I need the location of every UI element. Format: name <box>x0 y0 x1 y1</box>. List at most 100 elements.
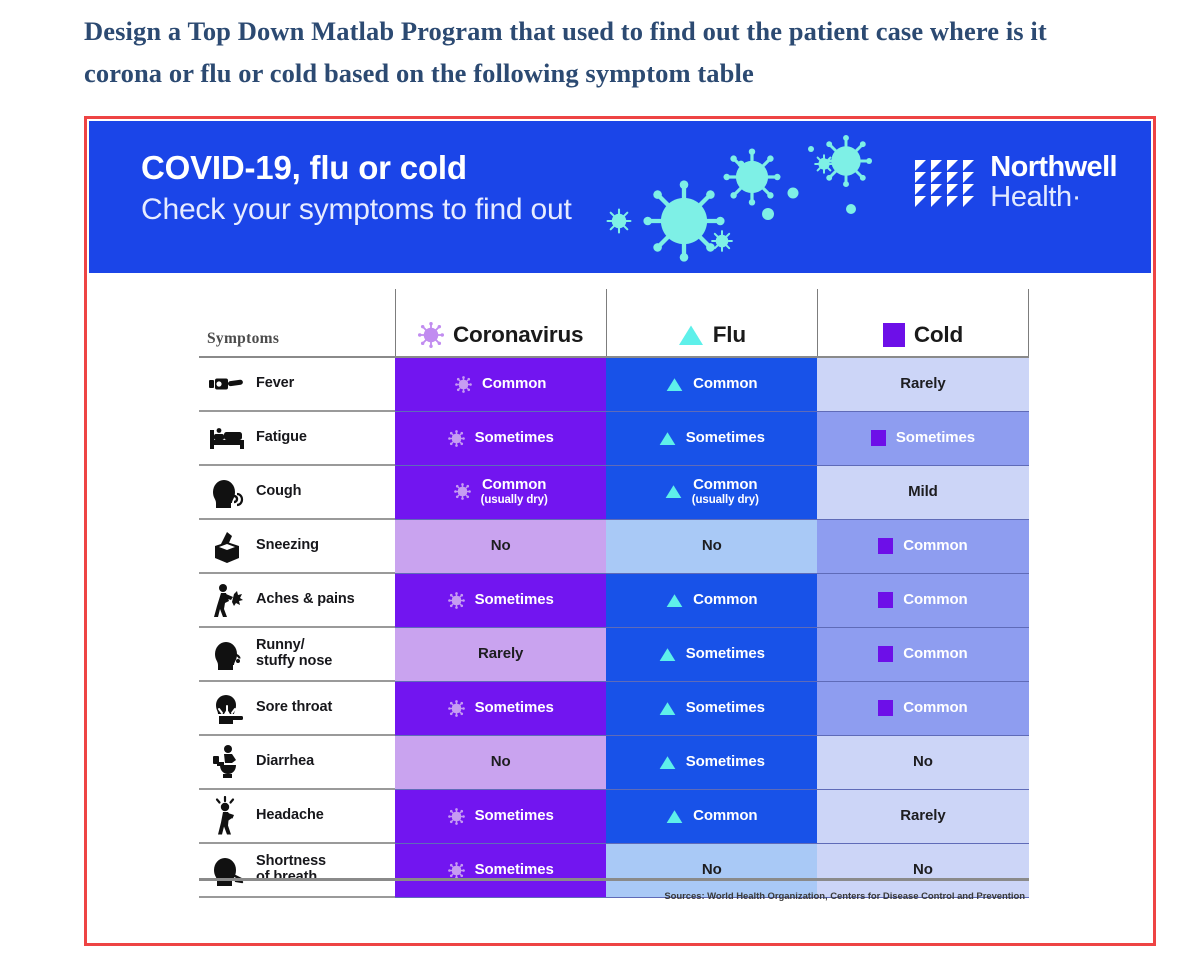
square-icon <box>878 591 894 608</box>
table-row: Aches & pains Sometimes Common Common <box>199 573 1029 628</box>
value-cell: Rarely <box>817 357 1029 412</box>
value-text: Common (usually dry) <box>691 476 759 506</box>
value-cell: No <box>817 843 1029 898</box>
symptom-cell: Fever <box>199 357 396 412</box>
value-text: Rarely <box>900 806 946 824</box>
value-text: Common <box>481 374 547 392</box>
value-cell: Common <box>395 357 607 412</box>
triangle-icon <box>678 325 703 345</box>
coronavirus-column-header: Coronavirus <box>394 289 607 358</box>
table-row: Sore throat Sometimes Sometimes Common <box>199 681 1029 736</box>
value-cell: Sometimes <box>606 627 818 682</box>
coronavirus-icon <box>453 483 471 501</box>
value-cell: No <box>606 519 818 574</box>
value-text: No <box>490 752 511 770</box>
coronavirus-icon <box>447 591 465 609</box>
tissue-box-icon <box>207 526 247 566</box>
table-row: Fever Common Common Rarely <box>199 357 1029 412</box>
square-icon <box>878 537 894 554</box>
value-text: Sometimes <box>685 752 765 770</box>
value-cell: Rarely <box>395 627 607 682</box>
table-row: Shortness of breath Sometimes No No <box>199 843 1029 898</box>
value-text: Sometimes <box>474 860 554 878</box>
value-cell: Sometimes <box>395 411 607 466</box>
triangle-icon <box>659 701 676 715</box>
symptom-label: Fatigue <box>256 429 307 446</box>
symptom-cell: Sore throat <box>199 681 396 736</box>
value-cell: Common <box>606 573 818 628</box>
value-cell: Common <box>817 681 1029 736</box>
symptom-cell: Cough <box>199 465 396 520</box>
table-row: Sneezing No No Common <box>199 519 1029 574</box>
page-title: Design a Top Down Matlab Program that us… <box>84 16 1047 88</box>
value-cell: Common <box>817 519 1029 574</box>
symptom-label: Fever <box>256 375 295 392</box>
square-icon <box>878 645 894 662</box>
value-cell: No <box>395 735 607 790</box>
value-cell: Common <box>606 357 818 412</box>
coronavirus-icon <box>447 699 465 717</box>
sore-throat-icon <box>207 688 247 728</box>
value-text: Sometimes <box>474 806 554 824</box>
value-cell: Mild <box>817 465 1029 520</box>
value-cell: Sometimes <box>817 411 1029 466</box>
source-note: Sources: World Health Organization, Cent… <box>664 891 1025 902</box>
value-text: Common <box>693 374 758 392</box>
value-text: Rarely <box>900 374 946 392</box>
value-text: Common (usually dry) <box>480 476 548 506</box>
value-cell: Common (usually dry) <box>606 465 818 520</box>
triangle-icon <box>659 647 676 661</box>
value-text: Sometimes <box>474 428 554 446</box>
value-text: Sometimes <box>895 428 975 446</box>
square-icon <box>882 323 905 347</box>
square-icon <box>870 429 886 446</box>
runny-nose-icon <box>207 634 247 674</box>
value-text: Sometimes <box>685 644 765 662</box>
value-text: No <box>913 752 933 770</box>
banner-title: COVID-19, flu or cold <box>141 149 467 186</box>
northwell-health-logo: Northwell Health· <box>915 152 1118 213</box>
symptom-label: Runny/stuffy nose <box>256 637 333 669</box>
coronavirus-icon <box>447 807 465 825</box>
northwell-triangle-grid-icon <box>915 159 975 207</box>
table-row: Runny/stuffy nose Rarely Sometimes Common <box>199 627 1029 682</box>
symptom-cell: Aches & pains <box>199 573 396 628</box>
value-cell: Common <box>817 573 1029 628</box>
value-text: Sometimes <box>685 698 765 716</box>
triangle-icon <box>659 431 676 445</box>
coronavirus-icon <box>455 375 472 393</box>
value-cell: Sometimes <box>606 411 818 466</box>
value-text: No <box>701 536 722 554</box>
value-text: Common <box>693 806 758 824</box>
body-ache-icon <box>207 580 247 620</box>
symptom-label: Diarrhea <box>256 753 315 770</box>
triangle-icon <box>666 809 683 823</box>
value-text: Sometimes <box>474 698 554 716</box>
logo-wordmark-secondary: Health· <box>990 180 1081 213</box>
value-cell: No <box>817 735 1029 790</box>
value-text: Common <box>903 536 968 554</box>
triangle-icon <box>659 755 676 769</box>
coronavirus-icon <box>447 429 465 447</box>
coronavirus-icon <box>447 861 465 879</box>
value-cell: No <box>395 519 607 574</box>
triangle-icon <box>665 485 682 499</box>
table-row: Fatigue Sometimes Sometimes Sometimes <box>199 411 1029 466</box>
table-bottom-rule <box>199 878 1029 881</box>
value-cell: Common (usually dry) <box>395 465 607 520</box>
value-cell: Sometimes <box>606 681 818 736</box>
table-body: Fever Common Common Rarely Fatigue Sometimes S… <box>199 357 1029 898</box>
value-text: Sometimes <box>474 590 554 608</box>
symptom-cell: Headache <box>199 789 396 844</box>
value-text: Sometimes <box>685 428 765 446</box>
table-header-row: Symptoms Coronavirus Flu Cold <box>199 289 1030 358</box>
cold-column-header: Cold <box>816 289 1030 358</box>
value-text: No <box>913 860 933 878</box>
coronavirus-column-label: Coronavirus <box>453 322 584 347</box>
value-text: No <box>490 536 511 554</box>
value-cell: Sometimes <box>395 789 607 844</box>
symptom-cell: Runny/stuffy nose <box>199 627 396 682</box>
coughing-head-icon <box>207 472 247 512</box>
value-cell: Sometimes <box>395 573 607 628</box>
value-cell: No <box>606 843 818 898</box>
